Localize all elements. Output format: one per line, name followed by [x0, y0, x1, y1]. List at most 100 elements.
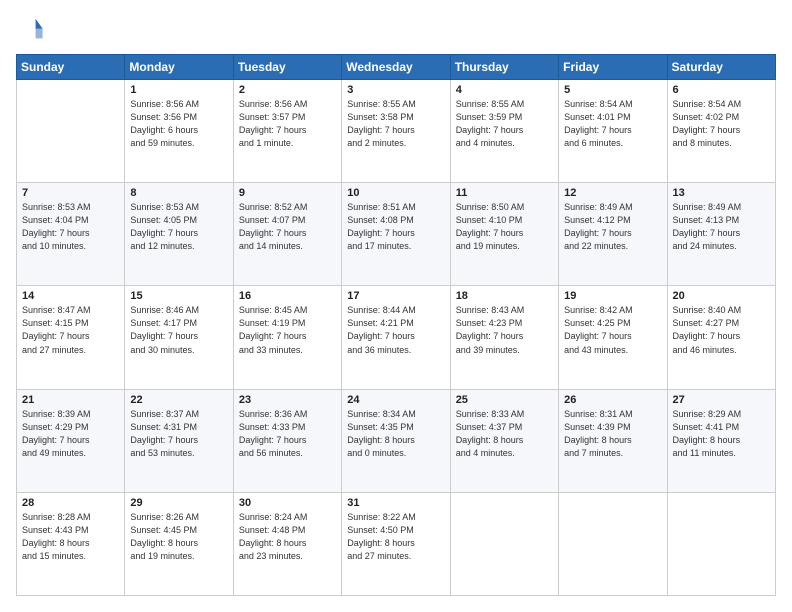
day-info: Sunrise: 8:52 AM Sunset: 4:07 PM Dayligh…: [239, 201, 336, 253]
day-cell: 27Sunrise: 8:29 AM Sunset: 4:41 PM Dayli…: [667, 389, 775, 492]
weekday-tuesday: Tuesday: [233, 55, 341, 80]
day-cell: 24 Sunrise: 8:34 AM Sunset: 4:35 PM Dayli…: [342, 389, 450, 492]
day-number: 19: [564, 290, 661, 302]
day-cell: [559, 492, 667, 595]
day-cell: 1Sunrise: 8:56 AM Sunset: 3:56 PM Daylig…: [125, 80, 233, 183]
day-cell: 17 Sunrise: 8:44 AM Sunset: 4:21 PM Dayli…: [342, 286, 450, 389]
week-row-5: 28 Sunrise: 8:28 AM Sunset: 4:43 PM Dayli…: [17, 492, 776, 595]
page: SundayMondayTuesdayWednesdayThursdayFrid…: [0, 0, 792, 612]
week-row-2: 7 Sunrise: 8:53 AM Sunset: 4:04 PM Daylig…: [17, 183, 776, 286]
day-cell: 31 Sunrise: 8:22 AM Sunset: 4:50 PM Dayli…: [342, 492, 450, 595]
day-number: 7: [22, 187, 119, 199]
day-info: Sunrise: 8:45 AM Sunset: 4:19 PM Dayligh…: [239, 304, 336, 356]
day-cell: 13 Sunrise: 8:49 AM Sunset: 4:13 PM Dayli…: [667, 183, 775, 286]
day-info: Sunrise: 8:53 AM Sunset: 4:04 PM Dayligh…: [22, 201, 119, 253]
day-cell: 29 Sunrise: 8:26 AM Sunset: 4:45 PM Dayli…: [125, 492, 233, 595]
day-cell: 6Sunrise: 8:54 AM Sunset: 4:02 PM Daylig…: [667, 80, 775, 183]
day-number: 17: [347, 290, 444, 302]
day-cell: 4 Sunrise: 8:55 AM Sunset: 3:59 PM Daylig…: [450, 80, 558, 183]
day-number: 8: [130, 187, 227, 199]
day-cell: [667, 492, 775, 595]
day-cell: 8 Sunrise: 8:53 AM Sunset: 4:05 PM Daylig…: [125, 183, 233, 286]
day-cell: 22 Sunrise: 8:37 AM Sunset: 4:31 PM Dayli…: [125, 389, 233, 492]
day-info: Sunrise: 8:51 AM Sunset: 4:08 PM Dayligh…: [347, 201, 444, 253]
day-info: Sunrise: 8:42 AM Sunset: 4:25 PM Dayligh…: [564, 304, 661, 356]
day-cell: 14 Sunrise: 8:47 AM Sunset: 4:15 PM Dayli…: [17, 286, 125, 389]
day-cell: [450, 492, 558, 595]
day-number: 10: [347, 187, 444, 199]
day-cell: 28 Sunrise: 8:28 AM Sunset: 4:43 PM Dayli…: [17, 492, 125, 595]
day-info: Sunrise: 8:33 AM Sunset: 4:37 PM Dayligh…: [456, 408, 553, 460]
day-info: Sunrise: 8:55 AM Sunset: 3:58 PM Dayligh…: [347, 98, 444, 150]
day-number: 31: [347, 497, 444, 509]
day-cell: 23Sunrise: 8:36 AM Sunset: 4:33 PM Dayli…: [233, 389, 341, 492]
week-row-4: 21Sunrise: 8:39 AM Sunset: 4:29 PM Dayli…: [17, 389, 776, 492]
day-cell: 10 Sunrise: 8:51 AM Sunset: 4:08 PM Dayli…: [342, 183, 450, 286]
day-info: Sunrise: 8:37 AM Sunset: 4:31 PM Dayligh…: [130, 408, 227, 460]
calendar-table: SundayMondayTuesdayWednesdayThursdayFrid…: [16, 54, 776, 596]
weekday-saturday: Saturday: [667, 55, 775, 80]
day-info: Sunrise: 8:47 AM Sunset: 4:15 PM Dayligh…: [22, 304, 119, 356]
day-number: 14: [22, 290, 119, 302]
week-row-3: 14 Sunrise: 8:47 AM Sunset: 4:15 PM Dayli…: [17, 286, 776, 389]
logo-icon: [16, 16, 44, 44]
day-info: Sunrise: 8:28 AM Sunset: 4:43 PM Dayligh…: [22, 511, 119, 563]
day-info: Sunrise: 8:43 AM Sunset: 4:23 PM Dayligh…: [456, 304, 553, 356]
day-cell: 2Sunrise: 8:56 AM Sunset: 3:57 PM Daylig…: [233, 80, 341, 183]
day-info: Sunrise: 8:49 AM Sunset: 4:12 PM Dayligh…: [564, 201, 661, 253]
day-number: 26: [564, 394, 661, 406]
day-cell: 9 Sunrise: 8:52 AM Sunset: 4:07 PM Daylig…: [233, 183, 341, 286]
day-number: 2: [239, 84, 336, 96]
day-cell: 21Sunrise: 8:39 AM Sunset: 4:29 PM Dayli…: [17, 389, 125, 492]
header: [16, 16, 776, 44]
day-info: Sunrise: 8:31 AM Sunset: 4:39 PM Dayligh…: [564, 408, 661, 460]
day-info: Sunrise: 8:22 AM Sunset: 4:50 PM Dayligh…: [347, 511, 444, 563]
day-info: Sunrise: 8:56 AM Sunset: 3:56 PM Dayligh…: [130, 98, 227, 150]
week-row-1: 1Sunrise: 8:56 AM Sunset: 3:56 PM Daylig…: [17, 80, 776, 183]
day-cell: 12 Sunrise: 8:49 AM Sunset: 4:12 PM Dayli…: [559, 183, 667, 286]
day-info: Sunrise: 8:26 AM Sunset: 4:45 PM Dayligh…: [130, 511, 227, 563]
day-number: 4: [456, 84, 553, 96]
day-cell: 15Sunrise: 8:46 AM Sunset: 4:17 PM Dayli…: [125, 286, 233, 389]
day-info: Sunrise: 8:55 AM Sunset: 3:59 PM Dayligh…: [456, 98, 553, 150]
day-number: 28: [22, 497, 119, 509]
weekday-thursday: Thursday: [450, 55, 558, 80]
day-number: 27: [673, 394, 770, 406]
day-number: 5: [564, 84, 661, 96]
day-number: 15: [130, 290, 227, 302]
day-info: Sunrise: 8:54 AM Sunset: 4:01 PM Dayligh…: [564, 98, 661, 150]
day-number: 24: [347, 394, 444, 406]
day-cell: 3 Sunrise: 8:55 AM Sunset: 3:58 PM Daylig…: [342, 80, 450, 183]
day-cell: 19 Sunrise: 8:42 AM Sunset: 4:25 PM Dayli…: [559, 286, 667, 389]
day-number: 25: [456, 394, 553, 406]
weekday-header-row: SundayMondayTuesdayWednesdayThursdayFrid…: [17, 55, 776, 80]
day-info: Sunrise: 8:34 AM Sunset: 4:35 PM Dayligh…: [347, 408, 444, 460]
weekday-wednesday: Wednesday: [342, 55, 450, 80]
day-number: 11: [456, 187, 553, 199]
day-cell: 16 Sunrise: 8:45 AM Sunset: 4:19 PM Dayli…: [233, 286, 341, 389]
day-cell: 30Sunrise: 8:24 AM Sunset: 4:48 PM Dayli…: [233, 492, 341, 595]
weekday-monday: Monday: [125, 55, 233, 80]
day-number: 21: [22, 394, 119, 406]
day-number: 3: [347, 84, 444, 96]
day-info: Sunrise: 8:24 AM Sunset: 4:48 PM Dayligh…: [239, 511, 336, 563]
day-info: Sunrise: 8:53 AM Sunset: 4:05 PM Dayligh…: [130, 201, 227, 253]
day-number: 9: [239, 187, 336, 199]
day-number: 29: [130, 497, 227, 509]
day-number: 16: [239, 290, 336, 302]
day-info: Sunrise: 8:36 AM Sunset: 4:33 PM Dayligh…: [239, 408, 336, 460]
day-number: 22: [130, 394, 227, 406]
day-number: 13: [673, 187, 770, 199]
day-info: Sunrise: 8:44 AM Sunset: 4:21 PM Dayligh…: [347, 304, 444, 356]
day-info: Sunrise: 8:40 AM Sunset: 4:27 PM Dayligh…: [673, 304, 770, 356]
day-cell: 7 Sunrise: 8:53 AM Sunset: 4:04 PM Daylig…: [17, 183, 125, 286]
day-number: 18: [456, 290, 553, 302]
day-cell: 18 Sunrise: 8:43 AM Sunset: 4:23 PM Dayli…: [450, 286, 558, 389]
weekday-friday: Friday: [559, 55, 667, 80]
day-info: Sunrise: 8:49 AM Sunset: 4:13 PM Dayligh…: [673, 201, 770, 253]
day-cell: 20Sunrise: 8:40 AM Sunset: 4:27 PM Dayli…: [667, 286, 775, 389]
day-cell: 26 Sunrise: 8:31 AM Sunset: 4:39 PM Dayli…: [559, 389, 667, 492]
day-number: 12: [564, 187, 661, 199]
weekday-sunday: Sunday: [17, 55, 125, 80]
logo: [16, 16, 46, 44]
